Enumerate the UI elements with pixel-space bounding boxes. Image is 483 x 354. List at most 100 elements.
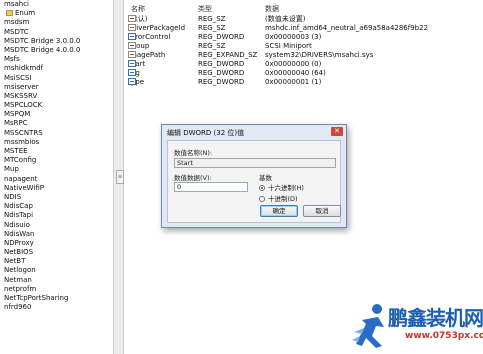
- cancel-button[interactable]: 取消: [303, 205, 341, 217]
- tree-item[interactable]: MSSCNTRS: [0, 129, 113, 138]
- value-type: REG_DWORD: [198, 69, 245, 77]
- tree-item[interactable]: NativeWifiP: [0, 184, 113, 193]
- tree-item[interactable]: Netman: [0, 276, 113, 285]
- tree-item-label: NdisWan: [4, 229, 35, 238]
- tree-item-label: Msfs: [4, 55, 20, 64]
- dec-radio[interactable]: 十进制(D): [259, 193, 298, 203]
- value-row[interactable]: Tag REG_DWORD 0x00000040 (64): [124, 69, 479, 78]
- tree-item[interactable]: MSKSSRV: [0, 92, 113, 101]
- tree-item[interactable]: netprofm: [0, 285, 113, 294]
- tree-item-label: mshidkmdf: [4, 64, 44, 73]
- value-name-cell: Tag: [128, 69, 140, 78]
- column-header-type[interactable]: 类型: [198, 4, 212, 14]
- value-name-cell: Start: [128, 60, 145, 69]
- value-name-cell: DriverPackageId: [128, 24, 185, 33]
- tree-item[interactable]: MSDTC: [0, 28, 113, 37]
- value-row[interactable]: DriverPackageId REG_SZ mshdc.inf_amd64_neu…: [124, 24, 479, 33]
- tree-item[interactable]: NetBT: [0, 257, 113, 266]
- watermark-url: www.0753px.com: [405, 331, 483, 341]
- value-type: REG_SZ: [198, 15, 226, 23]
- tree-item[interactable]: msahci: [0, 0, 113, 9]
- value-data: 0x00000001 (1): [265, 78, 322, 86]
- tree-item-label: MSPQM: [4, 110, 31, 119]
- tree-item[interactable]: NDIS: [0, 193, 113, 202]
- tree-item-label: NetTcpPortSharing: [4, 294, 69, 302]
- value-name-cell: ErrorControl: [128, 33, 170, 42]
- value-data: system32\DRIVERS\msahci.sys: [265, 51, 374, 59]
- tree-item[interactable]: NetTcpPortSharing: [0, 294, 113, 303]
- dword-value-icon: [128, 78, 136, 85]
- column-header-name[interactable]: 名称: [131, 4, 145, 14]
- tree-item[interactable]: MsRPC: [0, 119, 113, 128]
- close-icon[interactable]: ✕: [331, 127, 343, 136]
- value-type: REG_SZ: [198, 24, 226, 32]
- hex-radio[interactable]: 十六进制(H): [259, 182, 304, 192]
- string-value-icon: [128, 15, 136, 22]
- tree-item[interactable]: MSDTC Bridge 3.0.0.0: [0, 37, 113, 46]
- tree-item[interactable]: MSDTC Bridge 4.0.0.0: [0, 46, 113, 55]
- value-data-label: 数值数据(V):: [174, 174, 212, 182]
- tree-item[interactable]: MSTEE: [0, 147, 113, 156]
- value-name-cell: ImagePath: [128, 51, 165, 60]
- tree-item[interactable]: MSPCLOCK: [0, 101, 113, 110]
- tree-item[interactable]: MSPQM: [0, 110, 113, 119]
- tree-item[interactable]: NdisCap: [0, 202, 113, 211]
- tree-item-label: msdsm: [4, 18, 30, 27]
- tree-item[interactable]: Ndisuio: [0, 221, 113, 230]
- value-row[interactable]: ImagePath REG_EXPAND_SZ system32\DRIVERS\m…: [124, 51, 479, 60]
- tree-item[interactable]: MsiSCSI: [0, 74, 113, 83]
- tree-item[interactable]: mssmbios: [0, 138, 113, 147]
- tree-item[interactable]: NdisTapi: [0, 211, 113, 220]
- tree-item-label: netprofm: [4, 284, 37, 293]
- ok-button[interactable]: 确定: [260, 205, 298, 217]
- value-row[interactable]: Type REG_DWORD 0x00000001 (1): [124, 78, 479, 87]
- value-row[interactable]: Group REG_SZ SCSI Miniport: [124, 42, 479, 51]
- tree-item-label: NdisTapi: [4, 211, 34, 220]
- tree-item[interactable]: mshidkmdf: [0, 64, 113, 73]
- string-value-icon: [128, 42, 136, 49]
- base-label: 基数: [259, 174, 272, 182]
- watermark-brand: 鹏鑫装机网: [388, 306, 483, 330]
- tree-item[interactable]: NdisWan: [0, 230, 113, 239]
- tree-item[interactable]: NDProxy: [0, 239, 113, 248]
- value-data: SCSI Miniport: [265, 42, 312, 50]
- string-value-icon: [128, 24, 136, 31]
- value-name-field: Start: [174, 158, 336, 168]
- tree-item[interactable]: msiserver: [0, 83, 113, 92]
- registry-key-tree[interactable]: msahci Enum msdsm MSDTC MSDTC Bridge 3.0.0.0…: [0, 0, 114, 354]
- value-data: 0x00000003 (3): [265, 33, 322, 41]
- tree-item[interactable]: Mup: [0, 165, 113, 174]
- value-type: REG_SZ: [198, 42, 226, 50]
- value-data: mshdc.inf_amd64_neutral_a69a58a4286f9b22: [265, 24, 429, 32]
- value-data-input[interactable]: 0: [174, 182, 248, 192]
- tree-item-label: Netman: [4, 275, 32, 284]
- value-type: REG_DWORD: [198, 60, 245, 68]
- tree-item-label: MSDTC Bridge 3.0.0.0: [4, 36, 81, 45]
- dec-radio-label: 十进制(D): [268, 195, 298, 203]
- column-header-data[interactable]: 数据: [265, 4, 279, 14]
- tree-item-label: MSSCNTRS: [4, 128, 43, 137]
- tree-item[interactable]: msdsm: [0, 18, 113, 27]
- tree-item[interactable]: nfrd960: [0, 303, 113, 312]
- tree-item-label: NdisCap: [4, 202, 33, 211]
- value-name-cell: Type: [128, 78, 144, 87]
- value-row[interactable]: Start REG_DWORD 0x00000000 (0): [124, 60, 479, 69]
- splitter-grip-icon[interactable]: ≡: [116, 170, 124, 184]
- tree-item[interactable]: napagent: [0, 175, 113, 184]
- tree-item[interactable]: Msfs: [0, 55, 113, 64]
- tree-item-label: NDIS: [4, 192, 22, 201]
- tree-item-label: mssmbios: [4, 137, 40, 146]
- tree-item[interactable]: NetBIOS: [0, 248, 113, 257]
- tree-item[interactable]: Enum: [0, 9, 113, 18]
- value-name-label: 数值名称(N):: [174, 149, 213, 157]
- tree-item[interactable]: Netlogon: [0, 266, 113, 275]
- tree-item-label: msahci: [4, 0, 29, 8]
- dword-value-icon: [128, 33, 136, 40]
- radio-unselected-icon: [259, 196, 265, 202]
- value-row[interactable]: ErrorControl REG_DWORD 0x00000003 (3): [124, 33, 479, 42]
- tree-item[interactable]: MTConfig: [0, 156, 113, 165]
- value-data: 0x00000000 (0): [265, 60, 322, 68]
- value-row[interactable]: (默认) REG_SZ (数值未设置): [124, 15, 479, 24]
- pane-splitter[interactable]: ≡: [113, 0, 124, 354]
- tree-item-label: Ndisuio: [4, 220, 30, 229]
